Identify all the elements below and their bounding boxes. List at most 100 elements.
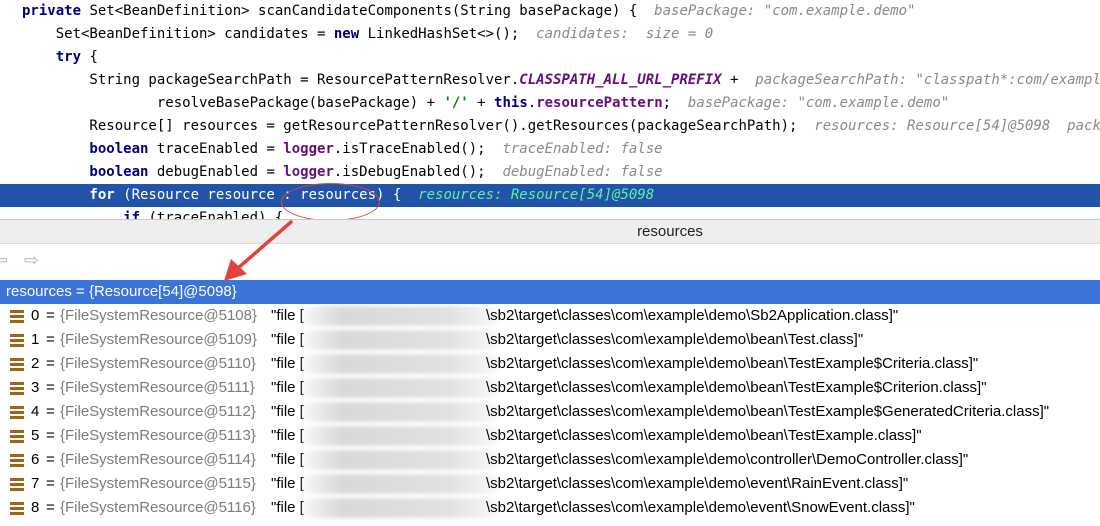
tree-row[interactable]: 3 = {FileSystemResource@5111} "file [\sb2\t… [0, 376, 1100, 400]
redacted-path [300, 498, 500, 518]
code-line-8[interactable]: boolean debugEnabled = logger.isDebugEna… [0, 161, 1100, 184]
row-equals: = [46, 379, 55, 396]
tree-row[interactable]: 6 = {FileSystemResource@5114} "file [ \sb2\t… [0, 448, 1100, 472]
row-index: 1 [31, 331, 40, 348]
row-equals: = [46, 403, 55, 420]
row-file-prefix: "file [ [271, 379, 304, 396]
code-text: { [81, 49, 98, 65]
keyword-private: private [22, 3, 82, 19]
popup-title: resources [637, 223, 703, 240]
row-equals: = [46, 499, 55, 516]
row-index: 0 [31, 307, 40, 324]
array-element-icon [10, 382, 24, 395]
array-element-icon [10, 430, 24, 443]
inline-hint-basepackage: basePackage: "com.example.demo" [637, 3, 916, 19]
array-element-icon [10, 358, 24, 371]
row-equals: = [46, 451, 55, 468]
field-logger: logger [283, 164, 334, 180]
tree-row[interactable]: 2 = {FileSystemResource@5110} "file [\sb2\t… [0, 352, 1100, 376]
row-object-id: {FileSystemResource@5114} [60, 451, 256, 468]
row-object-id: {FileSystemResource@5111} [60, 379, 255, 396]
constant-classpath-prefix: CLASSPATH_ALL_URL_PREFIX [519, 72, 722, 88]
row-path: \sb2\target\classes\com\example\demo\eve… [486, 475, 909, 492]
array-element-icon [10, 502, 24, 515]
row-index: 5 [31, 427, 40, 444]
code-line-1[interactable]: private Set<BeanDefinition> scanCandidat… [0, 0, 1100, 23]
method-signature: Set<BeanDefinition> scanCandidateCompone… [81, 3, 638, 19]
code-text: .isDebugEnabled(); [333, 164, 486, 180]
popup-header[interactable]: resources [0, 220, 1100, 244]
keyword-boolean: boolean [22, 164, 149, 180]
tree-children: 0 = {FileSystemResource@5108} "file [ \sb2\t… [0, 304, 1100, 526]
row-index: 6 [31, 451, 40, 468]
row-object-id: {FileSystemResource@5113} [60, 427, 256, 444]
code-editor[interactable]: private Set<BeanDefinition> scanCandidat… [0, 0, 1100, 220]
code-line-4[interactable]: String packageSearchPath = ResourcePatte… [0, 69, 1100, 92]
code-text: String packageSearchPath = ResourcePatte… [22, 72, 520, 88]
code-line-9-current-execution[interactable]: for (Resource resource : resources) { re… [0, 184, 1100, 207]
row-path: \sb2\target\classes\com\example\demo\bea… [486, 355, 979, 372]
array-element-icon [10, 406, 24, 419]
row-equals: = [46, 307, 55, 324]
tree-row[interactable]: 5 = {FileSystemResource@5113} "file [\sb2\t… [0, 424, 1100, 448]
redacted-path [300, 378, 500, 398]
row-file-prefix: "file [ [271, 499, 304, 516]
tree-row[interactable]: 4 = {FileSystemResource@5112} "file [\sb2\t… [0, 400, 1100, 424]
row-path: \sb2\target\classes\com\example\demo\Sb2… [486, 307, 899, 324]
inline-hint-traceenabled: traceEnabled: false [485, 141, 663, 157]
row-file-prefix: "file [ [271, 475, 304, 492]
code-line-5[interactable]: resolveBasePackage(basePackage) + '/' + … [0, 92, 1100, 115]
code-line-2[interactable]: Set<BeanDefinition> candidates = new Lin… [0, 23, 1100, 46]
tree-row[interactable]: 1 = {FileSystemResource@5109} "file [\sb2\t… [0, 328, 1100, 352]
redacted-path [300, 450, 500, 470]
row-file-prefix: "file [ [271, 427, 304, 444]
code-text: LinkedHashSet<>(); [359, 26, 520, 42]
row-object-id: {FileSystemResource@5109} [60, 331, 257, 348]
array-element-icon [10, 310, 24, 323]
tree-row[interactable]: 8 = {FileSystemResource@5116} "file [\sb2\t… [0, 496, 1100, 520]
code-text: + [468, 95, 495, 111]
code-line-7[interactable]: boolean traceEnabled = logger.isTraceEna… [0, 138, 1100, 161]
code-text: . [527, 95, 537, 111]
code-text: debugEnabled = [148, 164, 284, 180]
keyword-new: new [333, 26, 360, 42]
row-path: \sb2\target\classes\com\example\demo\bea… [486, 427, 922, 444]
row-equals: = [46, 475, 55, 492]
row-index: 4 [31, 403, 40, 420]
array-element-icon [10, 454, 24, 467]
code-line-6[interactable]: Resource[] resources = getResourcePatter… [0, 115, 1100, 138]
variable-inspector-popup[interactable]: resources ⇦ ⇨ resources = {Resource[54]@… [0, 219, 1100, 526]
popup-toolbar: ⇦ ⇨ [0, 244, 1100, 279]
tree-row[interactable]: 0 = {FileSystemResource@5108} "file [\sb2\t… [0, 304, 1100, 328]
tree-root-resources[interactable]: resources = {Resource[54]@5098} [0, 280, 1100, 304]
code-text: .isTraceEnabled(); [333, 141, 486, 157]
field-resourcepattern: resourcePattern [536, 95, 663, 111]
code-text: Resource[] resources = getResourcePatter… [22, 118, 798, 134]
code-text: resolveBasePackage(basePackage) + [22, 95, 444, 111]
row-index: 2 [31, 355, 40, 372]
row-object-id: {FileSystemResource@5108} [60, 307, 257, 324]
redacted-path [300, 354, 500, 374]
row-file-prefix: "file [ [271, 451, 304, 468]
arrow-right-icon[interactable]: ⇨ [24, 252, 39, 270]
row-file-prefix: "file [ [271, 403, 304, 420]
row-path: \sb2\target\classes\com\example\demo\bea… [486, 379, 987, 396]
arrow-left-icon[interactable]: ⇦ [0, 252, 8, 270]
row-path: \sb2\target\classes\com\example\demo\con… [486, 451, 969, 468]
row-path: \sb2\target\classes\com\example\demo\eve… [486, 499, 915, 516]
char-literal: '/' [443, 95, 469, 111]
redacted-path [300, 402, 500, 422]
inline-hint-resources: resources: Resource[54]@5098 [401, 187, 655, 203]
keyword-boolean: boolean [22, 141, 149, 157]
keyword-try: try [22, 49, 82, 65]
code-text: + [721, 72, 739, 88]
row-equals: = [46, 355, 55, 372]
code-line-3[interactable]: try { [0, 46, 1100, 69]
inline-hint-resources: resources: Resource[54]@5098 packageSear… [814, 118, 1100, 134]
redacted-path [300, 474, 500, 494]
redacted-path [300, 306, 500, 326]
array-element-icon [10, 334, 24, 347]
row-file-prefix: "file [ [271, 331, 304, 348]
code-text: traceEnabled = [148, 141, 284, 157]
tree-row[interactable]: 7 = {FileSystemResource@5115} "file [\sb2\t… [0, 472, 1100, 496]
